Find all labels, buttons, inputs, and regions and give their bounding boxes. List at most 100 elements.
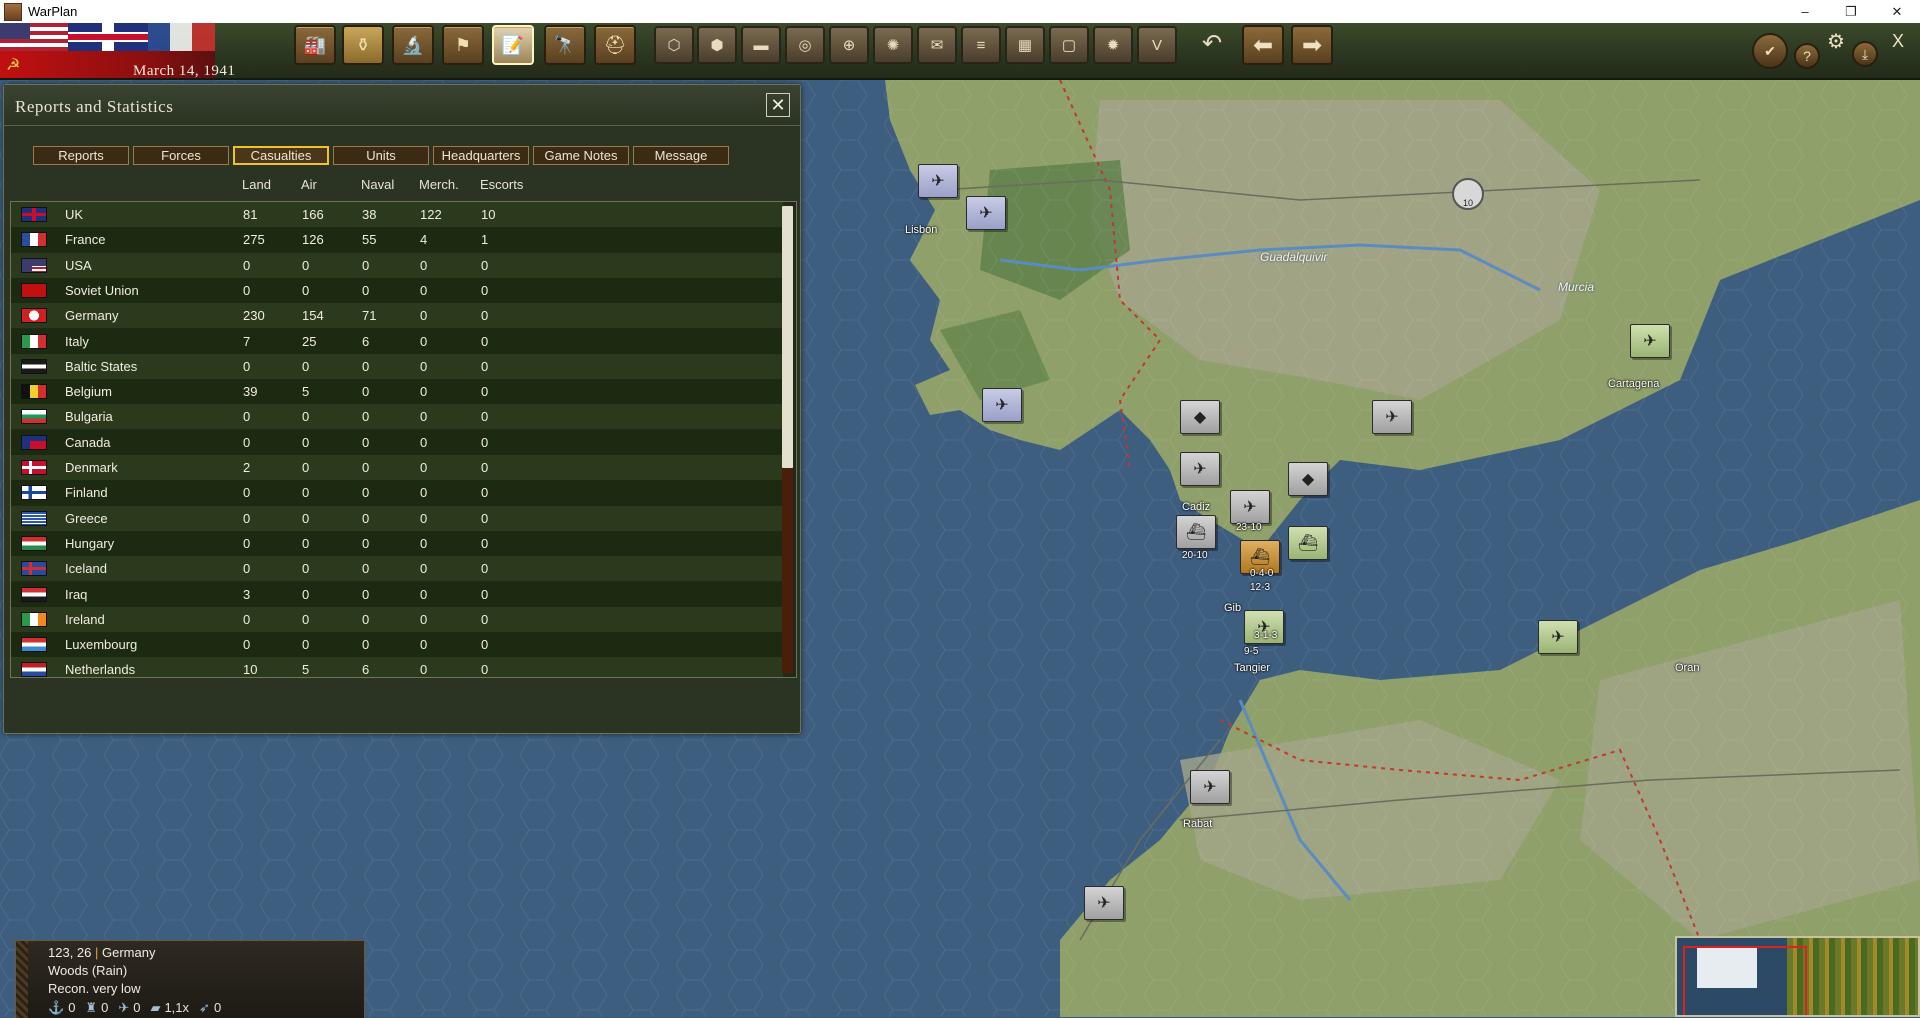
map-unit[interactable]: ✈ xyxy=(1180,452,1220,486)
table-row[interactable]: Luxembourg 0 0 0 0 0 xyxy=(11,632,783,658)
ship-icon: ⛴ xyxy=(1185,524,1207,541)
tab-casualties[interactable]: Casualties xyxy=(233,146,329,165)
table-row[interactable]: UK 81 166 38 122 10 xyxy=(11,202,783,227)
hex-terrain: Woods (Rain) xyxy=(48,963,128,978)
tab-game-notes[interactable]: Game Notes xyxy=(533,146,629,165)
hex-grid-button[interactable]: ⬢ xyxy=(697,26,737,64)
end-turn-button[interactable]: ✔ xyxy=(1752,33,1788,69)
mail-filter-button[interactable]: ✉ xyxy=(917,26,957,64)
map-unit[interactable]: ✈ xyxy=(1190,770,1230,804)
scrollbar-thumb[interactable] xyxy=(782,206,793,468)
supply-filter-button[interactable]: ▬ xyxy=(741,26,781,64)
weather-filter-button[interactable]: ✺ xyxy=(873,26,913,64)
tab-message[interactable]: Message xyxy=(633,146,729,165)
table-row[interactable]: Netherlands 10 5 6 0 0 xyxy=(11,657,783,677)
table-row[interactable]: Greece 0 0 0 0 0 xyxy=(11,505,783,531)
hex-stats: ⚓ 0 ♜ 0 ✈ 0 ▰ 1,1x ➶ 0 xyxy=(48,1000,221,1016)
terrain-filter-button[interactable]: ⬡ xyxy=(654,26,694,64)
table-row[interactable]: Italy 7 25 6 0 0 xyxy=(11,328,783,354)
map-unit[interactable]: ◆ xyxy=(1288,462,1328,496)
next-unit-button[interactable]: ➡ xyxy=(1291,25,1333,65)
map-unit[interactable]: ✈ xyxy=(1230,490,1270,524)
map-unit[interactable]: ✈ xyxy=(1630,324,1670,358)
table-row[interactable]: Denmark 2 0 0 0 0 xyxy=(11,455,783,480)
map-unit[interactable]: ⛴ xyxy=(1176,515,1216,549)
table-row[interactable]: Soviet Union 0 0 0 0 0 xyxy=(11,277,783,303)
cell-merch: 0 xyxy=(420,282,428,298)
quit-button[interactable]: X xyxy=(1884,27,1912,55)
cell-merch: 0 xyxy=(420,257,428,273)
tab-reports[interactable]: Reports xyxy=(33,146,129,165)
panel-close-button[interactable]: ✕ xyxy=(766,93,790,117)
map-unit[interactable]: ◆ xyxy=(1180,400,1220,434)
table-scrollbar[interactable] xyxy=(782,206,793,673)
anchor-icon: ⚓ xyxy=(48,1000,65,1015)
table-row[interactable]: Canada 0 0 0 0 0 xyxy=(11,429,783,455)
cell-air: 0 xyxy=(302,257,310,273)
minimize-button[interactable]: – xyxy=(1782,0,1828,23)
table-row[interactable]: Baltic States 0 0 0 0 0 xyxy=(11,353,783,379)
undo-button[interactable]: ↶ xyxy=(1193,25,1231,61)
map-unit[interactable]: ⛴ xyxy=(1288,526,1328,560)
arrow-right-icon: ➡ xyxy=(1301,31,1323,59)
factory-button[interactable]: 🏭 xyxy=(294,25,336,65)
target-filter-button[interactable]: ⊕ xyxy=(829,26,869,64)
map-unit[interactable]: ✈ xyxy=(1538,620,1578,654)
settings-button[interactable]: ⚙ xyxy=(1822,27,1850,55)
table-row[interactable]: Belgium 39 5 0 0 0 xyxy=(11,379,783,405)
grid-filter-button[interactable]: ▦ xyxy=(1005,26,1045,64)
intel-button[interactable]: 🔭 xyxy=(544,25,586,65)
tab-units[interactable]: Units xyxy=(333,146,429,165)
map-unit[interactable]: ✈ xyxy=(918,164,958,198)
column-header-land[interactable]: Land xyxy=(242,177,271,192)
fighter-icon: ✈ xyxy=(1097,895,1111,912)
cell-merch: 0 xyxy=(420,561,428,577)
diplomacy-button[interactable]: ⚑ xyxy=(442,25,484,65)
table-row[interactable]: Iceland 0 0 0 0 0 xyxy=(11,556,783,582)
minimap[interactable] xyxy=(1675,936,1920,1017)
table-row[interactable]: Ireland 0 0 0 0 0 xyxy=(11,606,783,632)
units-button[interactable]: ⛑ xyxy=(594,25,636,65)
restore-button[interactable]: ❐ xyxy=(1828,0,1874,23)
unit-strength-label: 23-10 xyxy=(1236,522,1262,533)
column-header-escorts[interactable]: Escorts xyxy=(480,177,523,192)
rail-filter-button[interactable]: ≡ xyxy=(961,26,1001,64)
map-unit[interactable]: ✈ xyxy=(1372,400,1412,434)
map-unit[interactable]: ✈ xyxy=(1084,886,1124,920)
tab-forces[interactable]: Forces xyxy=(133,146,229,165)
victory-filter-button[interactable]: V xyxy=(1137,26,1177,64)
table-row[interactable]: Hungary 0 0 0 0 0 xyxy=(11,530,783,556)
table-row[interactable]: Iraq 3 0 0 0 0 xyxy=(11,581,783,607)
fighter-icon: ✈ xyxy=(1643,333,1657,350)
frame-filter-button[interactable]: ▢ xyxy=(1049,26,1089,64)
cell-air: 0 xyxy=(302,586,310,602)
production-site-badge[interactable]: 10 xyxy=(1452,178,1484,210)
tab-headquarters[interactable]: Headquarters xyxy=(433,146,529,165)
resources-filter-button[interactable]: ◎ xyxy=(785,26,825,64)
table-row[interactable]: Bulgaria 0 0 0 0 0 xyxy=(11,404,783,430)
save-button[interactable]: ⤓ xyxy=(1852,41,1878,67)
table-row[interactable]: USA 0 0 0 0 0 xyxy=(11,252,783,278)
table-row[interactable]: Finland 0 0 0 0 0 xyxy=(11,480,783,506)
cell-escorts: 0 xyxy=(481,308,489,324)
table-row[interactable]: France 275 126 55 4 1 xyxy=(11,227,783,253)
column-header-air[interactable]: Air xyxy=(301,177,317,192)
map-unit[interactable]: ✈ xyxy=(982,388,1022,422)
cell-escorts: 0 xyxy=(481,485,489,501)
column-header-merch[interactable]: Merch. xyxy=(419,177,459,192)
map-unit[interactable]: ✈ xyxy=(966,196,1006,230)
column-header-naval[interactable]: Naval xyxy=(361,177,394,192)
cell-merch: 0 xyxy=(420,409,428,425)
previous-unit-button[interactable]: ⬅ xyxy=(1242,25,1284,65)
research-button[interactable]: 🔬 xyxy=(392,25,434,65)
help-button[interactable]: ? xyxy=(1794,43,1820,69)
combat-filter-button[interactable]: ✹ xyxy=(1093,26,1133,64)
country-flag-icon xyxy=(21,232,47,248)
table-row[interactable]: Germany 230 154 71 0 0 xyxy=(11,303,783,329)
production-button[interactable]: ⚱ xyxy=(342,25,384,65)
reports-button[interactable]: 📝 xyxy=(492,25,534,65)
country-flag-icon xyxy=(21,611,47,627)
window-close-button[interactable]: ✕ xyxy=(1874,0,1920,23)
minimap-viewport[interactable] xyxy=(1683,946,1807,1015)
cell-land: 39 xyxy=(243,384,258,400)
